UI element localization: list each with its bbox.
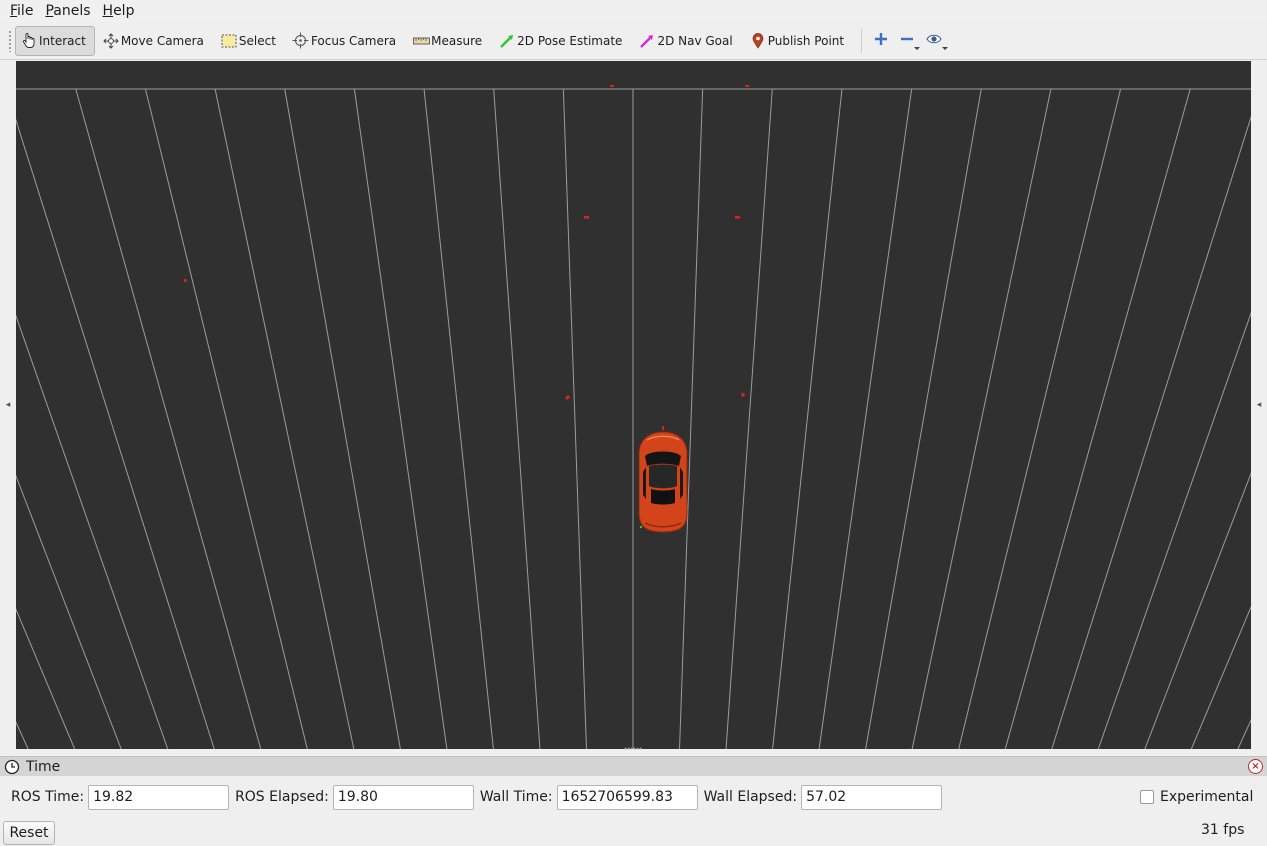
close-panel-button[interactable]: × bbox=[1248, 759, 1263, 774]
move-camera-tool-button[interactable]: Move Camera bbox=[97, 26, 213, 56]
reset-button[interactable]: Reset bbox=[3, 821, 55, 845]
focus-camera-tool-button[interactable]: Focus Camera bbox=[287, 26, 405, 56]
grid-line bbox=[144, 88, 308, 749]
3d-viewport[interactable] bbox=[16, 61, 1251, 749]
move-arrows-icon bbox=[102, 32, 120, 50]
car-model bbox=[638, 426, 688, 533]
grid-line bbox=[284, 88, 401, 749]
menu-panels[interactable]: Panels bbox=[39, 0, 96, 22]
experimental-label: Experimental bbox=[1160, 789, 1254, 805]
ros-elapsed-label: ROS Elapsed: bbox=[235, 789, 329, 805]
ruler-icon bbox=[412, 32, 430, 50]
clock-icon bbox=[4, 759, 20, 775]
panel-splitter[interactable] bbox=[624, 747, 642, 750]
ros-time-label: ROS Time: bbox=[11, 789, 85, 805]
fps-counter: 31 fps bbox=[1201, 822, 1245, 838]
menu-bar: File Panels Help bbox=[0, 0, 1267, 22]
pose-estimate-tool-button[interactable]: 2D Pose Estimate bbox=[493, 26, 631, 56]
eye-icon bbox=[926, 33, 942, 49]
grid-line bbox=[1144, 472, 1251, 749]
grid-line bbox=[1097, 311, 1251, 749]
grid-line bbox=[1190, 605, 1251, 749]
menu-help[interactable]: Help bbox=[97, 0, 141, 22]
chevron-left-icon: ◂ bbox=[5, 400, 11, 410]
time-panel-header: Time × bbox=[0, 756, 1267, 776]
render-panel: ◂ ◂ bbox=[0, 60, 1267, 750]
view-options-button[interactable] bbox=[922, 26, 949, 56]
grid-line bbox=[423, 88, 494, 749]
menu-file[interactable]: File bbox=[4, 0, 39, 22]
select-tool-button[interactable]: Select bbox=[215, 26, 285, 56]
time-fields-row: ROS Time: 19.82 ROS Elapsed: 19.80 Wall … bbox=[0, 776, 1267, 818]
grid-line bbox=[214, 88, 355, 749]
grid-line bbox=[75, 88, 262, 749]
hand-pointer-icon bbox=[20, 32, 38, 50]
grid-line bbox=[16, 608, 76, 749]
grid-line bbox=[562, 88, 587, 749]
grid-line bbox=[772, 88, 843, 749]
grid-line bbox=[353, 88, 448, 749]
grid-line bbox=[958, 88, 1122, 749]
wall-time-label: Wall Time: bbox=[479, 789, 553, 805]
crosshair-icon bbox=[292, 32, 310, 50]
grid-line bbox=[1004, 88, 1191, 749]
grid-line bbox=[865, 88, 982, 749]
marker-point bbox=[610, 85, 614, 87]
minus-icon bbox=[900, 32, 914, 50]
wall-time-field[interactable]: 1652706599.83 bbox=[556, 784, 698, 810]
marker-point bbox=[741, 393, 745, 397]
selection-box-icon bbox=[220, 32, 238, 50]
grid-line bbox=[16, 314, 169, 749]
grid-line bbox=[679, 88, 704, 749]
map-pin-icon bbox=[749, 32, 767, 50]
point-markers bbox=[184, 85, 749, 400]
dropdown-arrow-icon[interactable] bbox=[914, 46, 921, 50]
grid-line bbox=[1051, 115, 1251, 749]
right-dock-toggle[interactable]: ◂ bbox=[1252, 60, 1266, 750]
nav-goal-tool-button[interactable]: 2D Nav Goal bbox=[633, 26, 741, 56]
green-arrow-icon bbox=[498, 32, 516, 50]
ros-elapsed-field[interactable]: 19.80 bbox=[332, 784, 474, 810]
magenta-arrow-icon bbox=[638, 32, 656, 50]
experimental-checkbox[interactable] bbox=[1140, 790, 1154, 804]
grid-line bbox=[911, 88, 1052, 749]
grid-line bbox=[16, 721, 29, 749]
measure-tool-button[interactable]: Measure bbox=[407, 26, 491, 56]
wall-elapsed-label: Wall Elapsed: bbox=[703, 789, 798, 805]
close-icon: × bbox=[1251, 760, 1260, 772]
tools-toolbar: Interact Move Camera Select Focus Camera… bbox=[0, 22, 1267, 60]
grid-line bbox=[16, 118, 215, 749]
grid-line bbox=[16, 474, 122, 749]
dropdown-arrow-icon[interactable] bbox=[942, 46, 949, 50]
interact-tool-button[interactable]: Interact bbox=[15, 25, 95, 56]
wall-elapsed-field[interactable]: 57.02 bbox=[801, 784, 943, 810]
chevron-right-icon: ◂ bbox=[1256, 400, 1262, 410]
status-bar: Reset 31 fps bbox=[0, 818, 1267, 846]
marker-point bbox=[745, 85, 749, 87]
add-tool-button[interactable] bbox=[870, 26, 892, 56]
experimental-toggle[interactable]: Experimental bbox=[1140, 789, 1257, 805]
time-panel-title: Time bbox=[26, 758, 61, 775]
marker-point bbox=[184, 279, 187, 282]
toolbar-separator bbox=[861, 28, 863, 53]
ground-grid bbox=[16, 85, 1251, 749]
grid-line bbox=[725, 88, 773, 749]
plus-icon bbox=[874, 32, 888, 50]
marker-point bbox=[565, 395, 570, 400]
grid-line bbox=[818, 88, 913, 749]
ros-time-field[interactable]: 19.82 bbox=[88, 784, 230, 810]
grid-line bbox=[1237, 718, 1251, 749]
remove-tool-button[interactable] bbox=[896, 26, 921, 56]
marker-point bbox=[584, 216, 589, 219]
left-dock-toggle[interactable]: ◂ bbox=[1, 60, 15, 750]
toolbar-grip[interactable] bbox=[8, 29, 12, 52]
marker-point bbox=[735, 216, 740, 219]
publish-point-tool-button[interactable]: Publish Point bbox=[744, 26, 853, 56]
grid-line bbox=[493, 88, 541, 749]
